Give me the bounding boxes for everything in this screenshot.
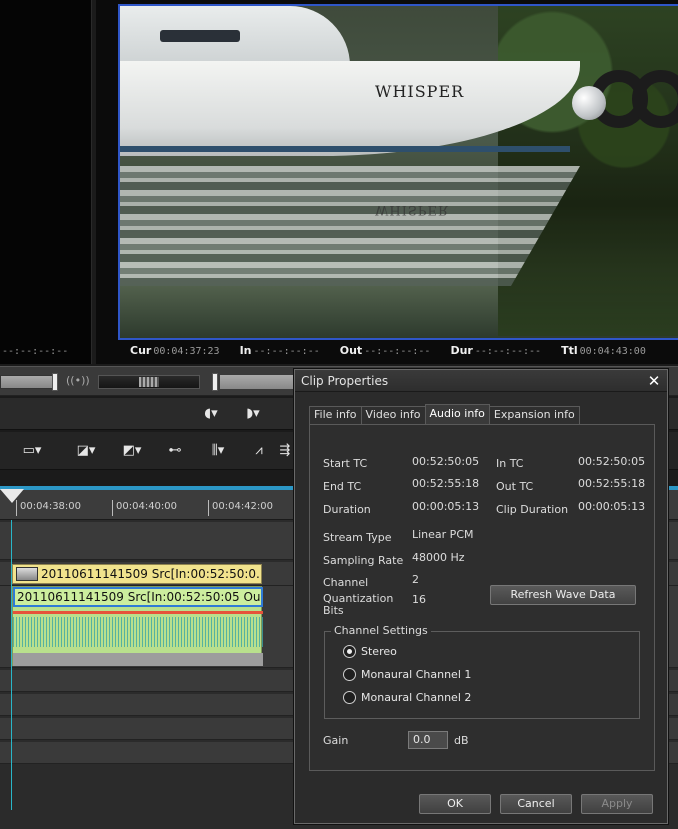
split-out-icon[interactable]: ◩▾: [112, 439, 152, 463]
source-scrub-bar[interactable]: [0, 375, 58, 389]
tab-file-info[interactable]: File info: [309, 406, 362, 424]
set-out-marker-icon[interactable]: ◗▾: [238, 402, 268, 426]
clip-thumbnail: [16, 567, 38, 581]
radio-selected-icon[interactable]: [343, 645, 356, 658]
dialog-title: Clip Properties: [295, 370, 667, 392]
boat-name-reflection: WHISPER: [375, 202, 449, 217]
out-tc-value: 00:52:55:18: [578, 477, 646, 490]
track-mode-icon[interactable]: ▭▾: [12, 439, 52, 463]
tab-audio-info[interactable]: Audio info: [424, 404, 490, 424]
audio-volume-line[interactable]: [13, 611, 263, 614]
gain-input[interactable]: 0.0: [408, 731, 448, 749]
recorder-scrub-bar[interactable]: [220, 375, 300, 389]
video-clip-label: 20110611141509 Src[In:00:52:50:0...: [41, 567, 262, 581]
tc-cur: Cur 00:04:37:23: [130, 344, 220, 357]
dialog-tabs: File info Video info Audio info Expansio…: [309, 404, 580, 424]
channel-label: Channel: [323, 576, 369, 589]
boat-window: [160, 30, 240, 42]
clip-duration-label: Clip Duration: [496, 503, 569, 516]
cancel-button[interactable]: Cancel: [500, 794, 572, 814]
duration-label: Duration: [323, 503, 371, 516]
playhead-line: [11, 520, 12, 810]
source-scrub-handle[interactable]: [52, 373, 58, 391]
tc-total: Ttl 00:04:43:00: [561, 344, 646, 357]
ruler-tick: 00:04:40:00: [112, 500, 177, 516]
playhead-handle[interactable]: [0, 489, 24, 503]
gain-unit: dB: [454, 734, 469, 747]
buoy: [572, 86, 606, 120]
sampling-rate-value: 48000 Hz: [412, 551, 465, 564]
shuttle-slider[interactable]: [98, 375, 200, 389]
sampling-rate-label: Sampling Rate: [323, 554, 404, 567]
tab-video-info[interactable]: Video info: [360, 406, 426, 424]
ruler-tick: 00:04:38:00: [16, 500, 81, 516]
overflow-icon[interactable]: ⇶: [276, 439, 294, 463]
audio-clip-label: 20110611141509 Src[In:00:52:50:05 Ou...: [13, 587, 263, 607]
split-in-icon[interactable]: ◪▾: [66, 439, 106, 463]
start-tc-label: Start TC: [323, 457, 368, 470]
tc-dur: Dur --:--:--:--: [450, 344, 542, 357]
duration-value: 00:00:05:13: [412, 500, 480, 513]
refresh-wave-data-button[interactable]: Refresh Wave Data: [490, 585, 636, 605]
end-tc-value: 00:52:55:18: [412, 477, 480, 490]
radio-icon[interactable]: [343, 668, 356, 681]
quantization-bits-label: Quantization Bits: [323, 592, 394, 617]
close-icon[interactable]: ✕: [645, 372, 663, 390]
start-tc-value: 00:52:50:05: [412, 455, 480, 468]
channel-settings-group: Channel Settings Stereo Monaural Channel…: [324, 624, 640, 719]
radio-monaural-2[interactable]: Monaural Channel 2: [343, 691, 471, 704]
hull-stripe: [120, 146, 570, 152]
recorder-monitor: WHISPER WHISPER: [96, 0, 678, 364]
boat-cabin: [120, 6, 350, 66]
gain-label: Gain: [323, 734, 349, 747]
set-in-marker-icon[interactable]: ◖▾: [196, 402, 226, 426]
sync-lock-icon[interactable]: ((•)): [66, 374, 90, 390]
radio-icon[interactable]: [343, 691, 356, 704]
hull-reflection: [120, 166, 580, 286]
boat-name: WHISPER: [375, 82, 465, 101]
audio-clip-footer: [13, 653, 263, 666]
tc-out: Out --:--:--:--: [339, 344, 431, 357]
ruler-tick: 00:04:42:00: [208, 500, 273, 516]
tab-expansion-info[interactable]: Expansion info: [488, 406, 580, 424]
audio-clip[interactable]: 20110611141509 Src[In:00:52:50:05 Ou...: [12, 586, 263, 666]
radio-stereo[interactable]: Stereo: [343, 645, 397, 658]
clip-properties-dialog: Clip Properties ✕ File info Video info A…: [294, 369, 668, 824]
apply-button[interactable]: Apply: [581, 794, 653, 814]
end-tc-label: End TC: [323, 480, 362, 493]
channel-settings-title: Channel Settings: [331, 624, 431, 637]
in-tc-label: In TC: [496, 457, 524, 470]
audio-info-panel: Start TC 00:52:50:05 End TC 00:52:55:18 …: [309, 424, 655, 771]
video-preview[interactable]: WHISPER WHISPER: [118, 4, 678, 340]
shuttle-handle[interactable]: [139, 377, 159, 387]
stream-type-value: Linear PCM: [412, 528, 474, 541]
in-tc-value: 00:52:50:05: [578, 455, 646, 468]
tc-in: In --:--:--:--: [239, 344, 320, 357]
link-icon[interactable]: ⊷: [162, 439, 188, 463]
ok-button[interactable]: OK: [419, 794, 491, 814]
snap-icon[interactable]: ⫼▾: [198, 439, 238, 463]
video-clip[interactable]: 20110611141509 Src[In:00:52:50:0...: [12, 564, 262, 584]
out-tc-label: Out TC: [496, 480, 534, 493]
channel-value: 2: [412, 573, 419, 586]
recorder-scrub-handle[interactable]: [212, 373, 218, 391]
quantization-bits-value: 16: [412, 593, 426, 606]
source-monitor: --:--:--:--: [0, 0, 92, 364]
stream-type-label: Stream Type: [323, 531, 392, 544]
waveform-icon[interactable]: ⩘: [246, 439, 272, 463]
radio-monaural-1[interactable]: Monaural Channel 1: [343, 668, 471, 681]
timecode-bar: Cur 00:04:37:23 In --:--:--:-- Out --:--…: [130, 344, 666, 357]
clip-duration-value: 00:00:05:13: [578, 500, 646, 513]
source-timecode: --:--:--:--: [2, 346, 69, 357]
audio-waveform: [13, 617, 263, 647]
